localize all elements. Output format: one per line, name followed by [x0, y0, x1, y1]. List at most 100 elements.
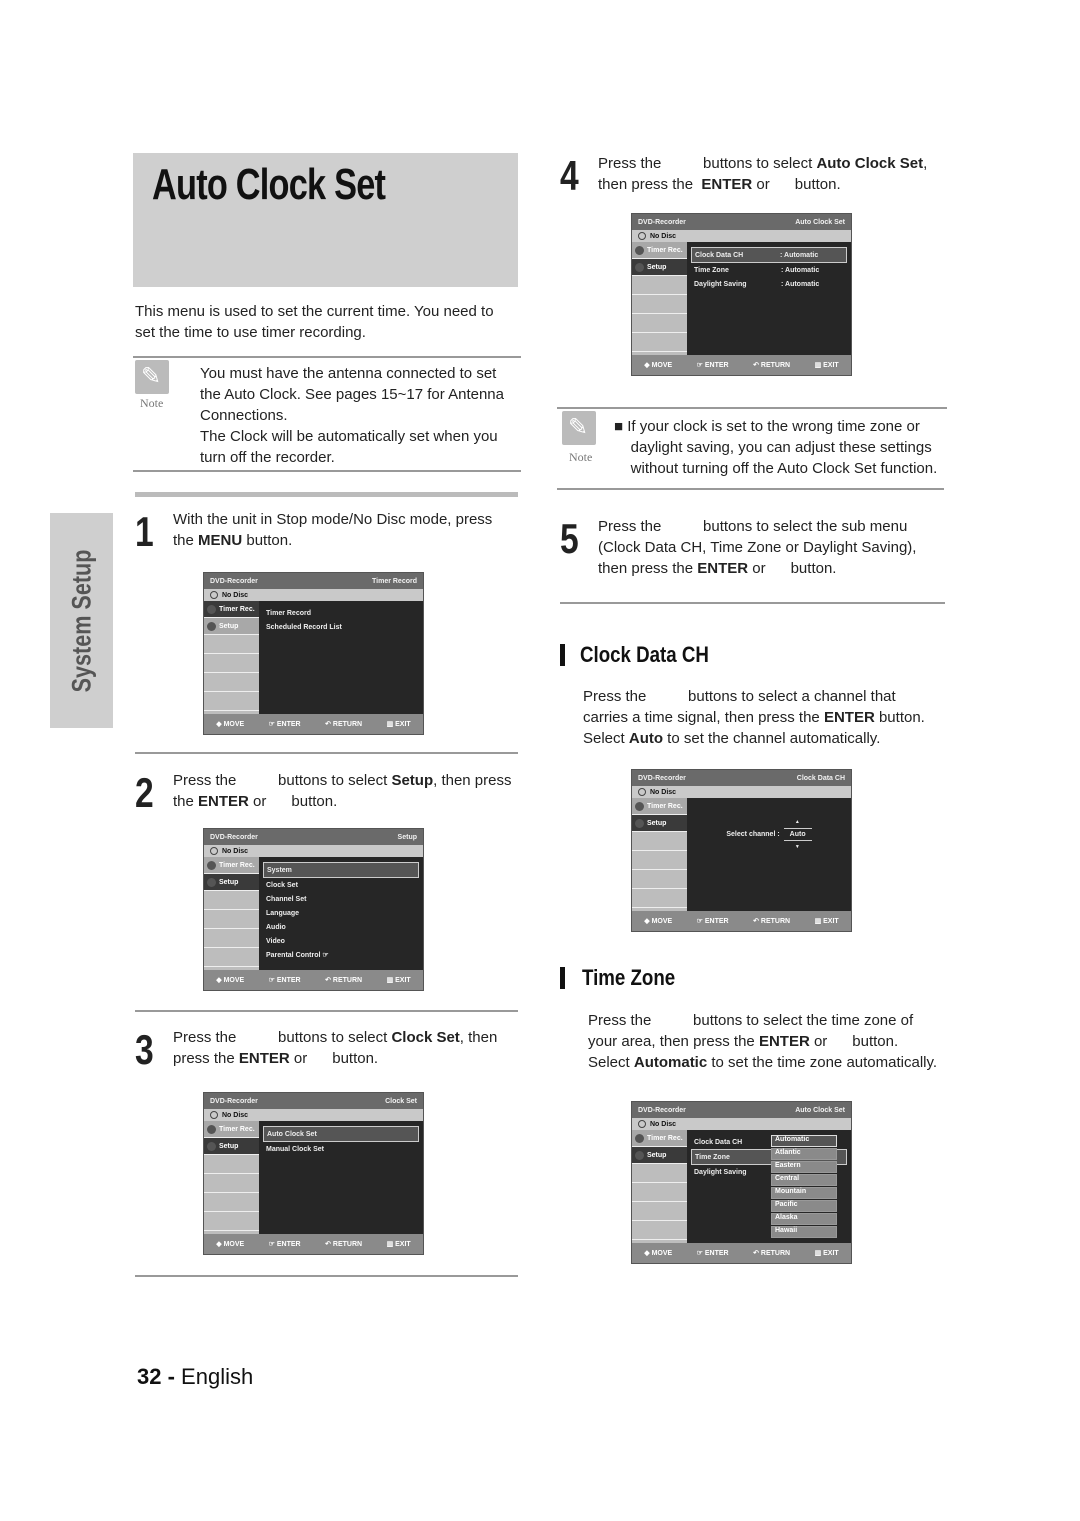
osd-menu: System Clock Set Channel Set Language Audio V…: [259, 857, 423, 970]
osd-footer-hint: ☞ ENTER: [268, 721, 301, 728]
osd-tab-empty: [632, 832, 687, 851]
dropdown-option[interactable]: Pacific: [771, 1200, 837, 1212]
osd-tab[interactable]: Timer Rec.: [632, 1130, 687, 1147]
text-line: With the unit in Stop mode/No Disc mode,…: [173, 509, 492, 530]
text-segment: (Clock Data CH, Time Zone or Daylight Sa…: [598, 539, 917, 556]
step-number: 5: [560, 515, 579, 562]
osd-tab[interactable]: Setup: [204, 1138, 259, 1155]
osd-footer-hint: ▥ EXIT: [386, 977, 411, 984]
text-segment: Connections.: [200, 407, 288, 424]
osd-tab[interactable]: Timer Rec.: [204, 1121, 259, 1138]
osd-footer-hint: ◆ MOVE: [644, 918, 673, 925]
text-segment: button.: [874, 709, 925, 726]
disc-label: No Disc: [650, 1120, 677, 1128]
osd-footer-hint: ◆ MOVE: [216, 721, 245, 728]
bold-term: ENTER: [758, 1033, 810, 1050]
text-segment: the Auto Clock. See pages 15~17 for Ante…: [200, 386, 504, 403]
osd-tab[interactable]: Setup: [632, 815, 687, 832]
osd-footer-hint: ▥ EXIT: [386, 1241, 411, 1248]
osd-tab[interactable]: Timer Rec.: [632, 242, 687, 259]
osd-menu-item[interactable]: Auto Clock Set: [263, 1126, 419, 1142]
osd-footer-hint: ☞ ENTER: [696, 1250, 729, 1257]
text-line: Connections.: [200, 405, 504, 426]
osd-tab[interactable]: Setup: [632, 1147, 687, 1164]
osd-tab-empty: [632, 1202, 687, 1221]
note-label: Note: [569, 450, 593, 464]
spinner-value[interactable]: Auto: [783, 819, 812, 850]
bold-term: Auto: [628, 730, 664, 747]
osd-menu-item[interactable]: Time Zone: Automatic: [691, 263, 847, 277]
osd-screen: DVD-Recorder Auto Clock Set No Disc Timer R…: [631, 1101, 852, 1264]
text-line: Press the buttons to select Setup, then …: [173, 770, 512, 791]
page-title: Auto Clock Set: [152, 160, 386, 209]
osd-body: Timer Rec. Setup Clock Data CH: Automatic T…: [632, 242, 851, 355]
text-line: press the ENTER or button.: [173, 1048, 497, 1069]
osd-item-value: : Automatic: [780, 251, 819, 259]
dropdown-option[interactable]: Hawaii: [771, 1226, 837, 1238]
text-segment: or button.: [752, 176, 841, 193]
dropdown-option[interactable]: Alaska: [771, 1213, 837, 1225]
osd-tab[interactable]: Timer Rec.: [632, 798, 687, 815]
osd-header-title: DVD-Recorder: [638, 774, 686, 782]
osd-tab-empty: [632, 333, 687, 352]
bold-term: ENTER: [701, 176, 753, 193]
text-segment: , then press: [433, 772, 512, 789]
osd-menu: Clock Data CH: Automatic Time Zone: Autom…: [687, 242, 851, 355]
osd-footer-hint: ▥ EXIT: [386, 721, 411, 728]
osd-menu-item[interactable]: System: [263, 862, 419, 878]
osd-header-menu: Clock Data CH: [796, 774, 845, 782]
text-segment: or button.: [289, 1050, 379, 1067]
osd-item-label: Time Zone: [694, 266, 729, 274]
osd-menu-item[interactable]: Manual Clock Set: [263, 1142, 419, 1156]
osd-item-label: Audio: [266, 923, 286, 931]
osd-tab[interactable]: Timer Rec.: [204, 601, 259, 618]
dropdown-option[interactable]: Central: [771, 1174, 837, 1186]
text-segment: or button.: [748, 560, 837, 577]
osd-menu-item[interactable]: Clock Data CH: Automatic: [691, 247, 847, 263]
text-segment: With the unit in Stop mode/No Disc mode,…: [173, 511, 493, 528]
osd-menu-item[interactable]: Language: [263, 906, 419, 920]
text-line: ■ If your clock is set to the wrong time…: [614, 416, 937, 437]
osd-menu-item[interactable]: Clock Set: [263, 878, 419, 892]
osd-header-menu: Setup: [397, 833, 417, 841]
text-segment: Select: [583, 730, 629, 747]
osd-tab-empty: [632, 295, 687, 314]
time-zone-text: Press the buttons to select the time zon…: [588, 1010, 937, 1073]
osd-menu-item[interactable]: Video: [263, 934, 419, 948]
osd-tabs: Timer Rec. Setup: [204, 1121, 259, 1234]
osd-tab-label: Timer Rec.: [647, 246, 683, 254]
osd-item-label: Video: [266, 937, 285, 945]
osd-item-label: Daylight Saving: [694, 1168, 747, 1176]
osd-menu-item[interactable]: Channel Set: [263, 892, 419, 906]
bold-term: Automatic: [633, 1054, 708, 1071]
osd-footer-hint: ↶ RETURN: [325, 977, 363, 984]
osd-item-label: Clock Set: [266, 881, 298, 889]
osd-tab[interactable]: Setup: [204, 874, 259, 891]
osd-menu-item[interactable]: Scheduled Record List: [263, 620, 419, 634]
osd-menu-item[interactable]: Parental Control ☞: [263, 948, 419, 962]
osd-menu-item[interactable]: Audio: [263, 920, 419, 934]
dropdown-option[interactable]: Eastern: [771, 1161, 837, 1173]
osd-screen: DVD-Recorder Auto Clock Set No Disc Timer R…: [631, 213, 852, 376]
dropdown-option[interactable]: Automatic: [771, 1135, 837, 1147]
osd-menu-item[interactable]: Daylight Saving: Automatic: [691, 277, 847, 291]
osd-tab[interactable]: Timer Rec.: [204, 857, 259, 874]
text-segment: daylight saving, you can adjust these se…: [614, 439, 932, 456]
osd-tab-label: Timer Rec.: [647, 802, 683, 810]
osd-body: Timer Rec. Setup Clock Data CH Time Zone Day…: [632, 1130, 851, 1243]
text-segment: This menu is used to set the current tim…: [135, 303, 494, 320]
osd-footer-hint: ↶ RETURN: [753, 1250, 791, 1257]
osd-header: DVD-Recorder Setup: [204, 829, 423, 845]
heading-bar: [560, 967, 565, 989]
osd-footer-hint: ◆ MOVE: [644, 362, 673, 369]
dropdown-option[interactable]: Mountain: [771, 1187, 837, 1199]
osd-tab[interactable]: Setup: [632, 259, 687, 276]
dropdown-option[interactable]: Atlantic: [771, 1148, 837, 1160]
text-line: Press the buttons to select Clock Set, t…: [173, 1027, 497, 1048]
text-line: the MENU button.: [173, 530, 492, 551]
osd-tab[interactable]: Setup: [204, 618, 259, 635]
osd-tab-empty: [204, 1193, 259, 1212]
osd-menu-item[interactable]: Timer Record: [263, 606, 419, 620]
disc-icon: [638, 1120, 646, 1128]
osd-tab-empty: [632, 870, 687, 889]
